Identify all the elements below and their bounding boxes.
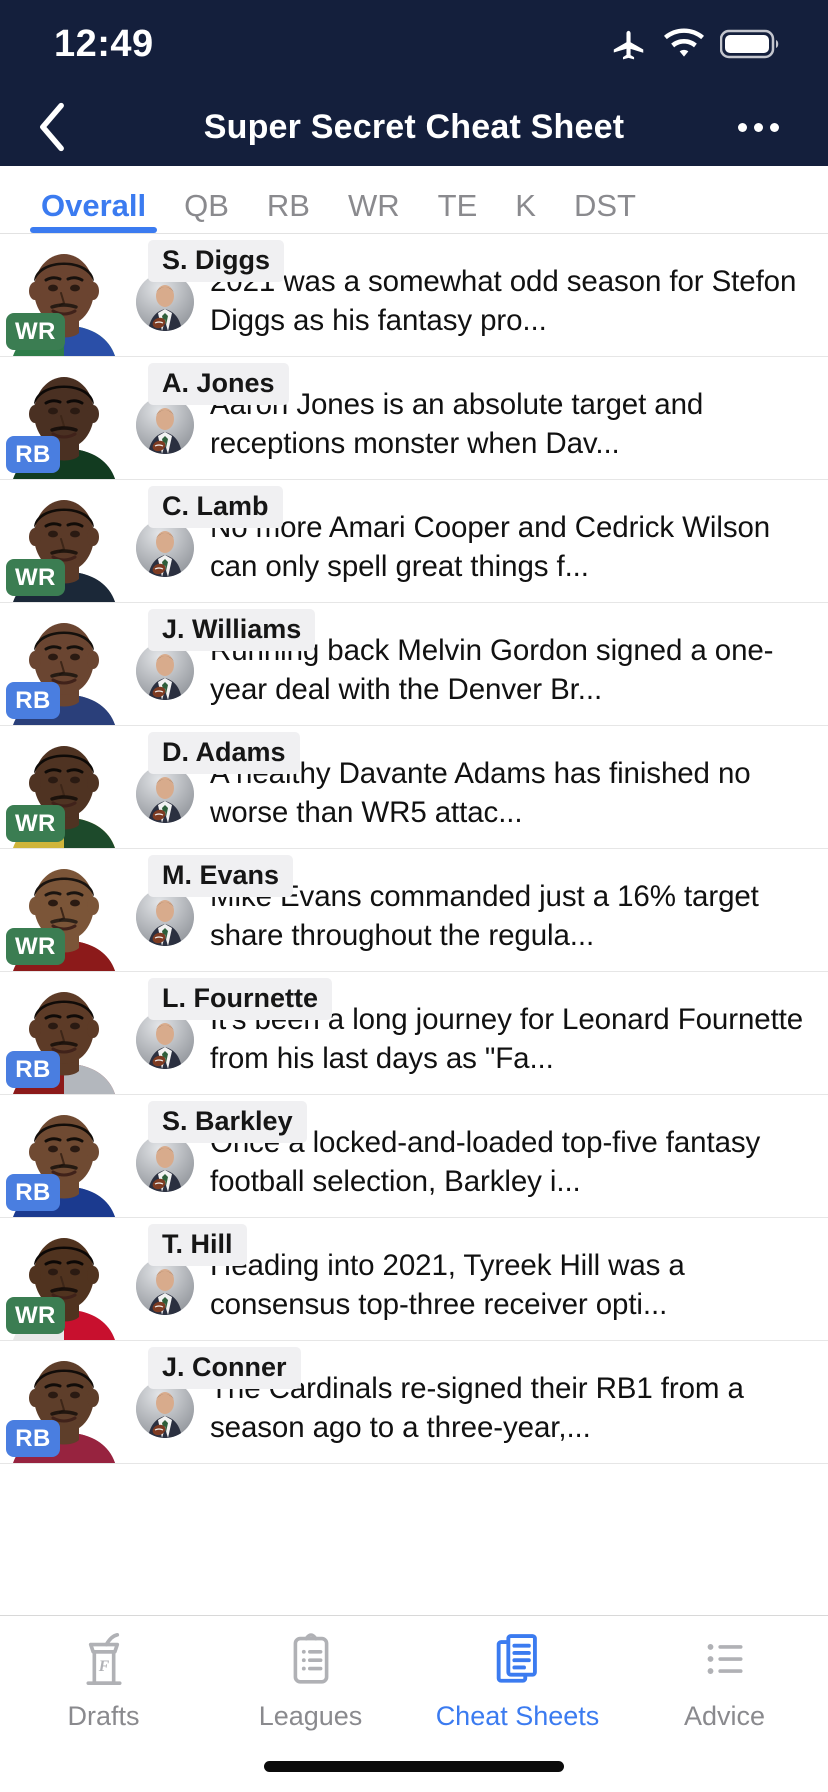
bulleted-list-icon [699, 1630, 751, 1693]
position-badge: WR [6, 313, 65, 350]
navigation-bar: Super Secret Cheat Sheet [0, 88, 828, 166]
tab-qb[interactable]: QB [165, 190, 248, 233]
overflow-dot [769, 122, 779, 132]
tab-wr[interactable]: WR [329, 190, 419, 233]
documents-stack-icon [496, 1634, 537, 1683]
status-icons [610, 25, 782, 63]
position-badge: WR [6, 805, 65, 842]
player-headshot: RB [0, 972, 128, 1094]
position-badge: WR [6, 928, 65, 965]
wifi-icon [664, 27, 704, 61]
home-indicator[interactable] [264, 1760, 564, 1772]
documents-stack-icon [492, 1630, 544, 1693]
position-tab-bar: Overall QB RB WR TE K DST [0, 166, 828, 234]
status-time: 12:49 [54, 23, 154, 65]
player-blurb: 2021 was a somewhat odd season for Stefo… [210, 265, 797, 337]
player-name-chip: A. Jones [148, 363, 289, 405]
player-name-chip: J. Williams [148, 609, 316, 651]
player-list[interactable]: WR S. Diggs 2021 was a somewhat odd seas… [0, 234, 828, 1615]
draft-podium-icon: F [85, 1633, 122, 1685]
tab-te[interactable]: TE [419, 190, 497, 233]
app-screen: 12:49 Super Secret Cheat Sheet Overall Q… [0, 0, 828, 1792]
player-headshot: WR [0, 234, 128, 356]
tab-rb[interactable]: RB [248, 190, 329, 233]
position-badge: RB [6, 436, 60, 473]
tab-overall[interactable]: Overall [22, 190, 165, 233]
player-name-chip: J. Conner [148, 1347, 301, 1389]
player-blurb: Mike Evans commanded just a 16% target s… [210, 880, 759, 952]
player-blurb: A healthy Davante Adams has finished no … [210, 757, 751, 829]
bottom-tab-cheat-sheets[interactable]: Cheat Sheets [414, 1630, 621, 1730]
player-name-chip: C. Lamb [148, 486, 283, 528]
tab-dst[interactable]: DST [555, 190, 655, 233]
chevron-left-icon [35, 101, 69, 153]
player-headshot: RB [0, 1341, 128, 1463]
player-row[interactable]: WR S. Diggs 2021 was a somewhat odd seas… [0, 234, 828, 357]
player-name-chip: S. Diggs [148, 240, 285, 282]
player-row[interactable]: RB S. Barkley Once a locked-and-loaded t… [0, 1095, 828, 1218]
player-blurb: Heading into 2021, Tyreek Hill was a con… [210, 1249, 685, 1321]
player-headshot: WR [0, 849, 128, 971]
position-badge: RB [6, 1420, 60, 1457]
bulleted-list-icon [707, 1644, 743, 1674]
player-row[interactable]: RB J. Conner The Cardinals re-signed the… [0, 1341, 828, 1464]
bottom-tab-label: Drafts [67, 1701, 140, 1731]
bottom-tab-drafts[interactable]: F Drafts [0, 1630, 207, 1730]
home-indicator-area [0, 1740, 828, 1792]
player-row[interactable]: WR D. Adams A healthy Davante Adams has … [0, 726, 828, 849]
bottom-tab-advice[interactable]: Advice [621, 1630, 828, 1730]
bottom-tab-label: Leagues [258, 1701, 363, 1731]
player-headshot: RB [0, 1095, 128, 1217]
position-badge: WR [6, 1297, 65, 1334]
player-headshot: WR [0, 1218, 128, 1340]
player-headshot: WR [0, 726, 128, 848]
player-blurb: Aaron Jones is an absolute target and re… [210, 388, 704, 460]
overflow-dot [753, 122, 763, 132]
back-button[interactable] [24, 99, 80, 155]
svg-text:F: F [97, 1658, 109, 1675]
player-headshot: WR [0, 480, 128, 602]
player-name-chip: M. Evans [148, 855, 294, 897]
bottom-tab-bar: F Drafts Leagues Cheat Sheets Advice [0, 1615, 828, 1740]
player-headshot: RB [0, 603, 128, 725]
player-row[interactable]: RB A. Jones Aaron Jones is an absolute t… [0, 357, 828, 480]
clipboard-icon [287, 1630, 335, 1693]
player-name-chip: T. Hill [148, 1224, 247, 1266]
overflow-dot [737, 122, 747, 132]
player-name-chip: S. Barkley [148, 1101, 307, 1143]
player-row[interactable]: WR M. Evans Mike Evans commanded just a … [0, 849, 828, 972]
clipboard-icon [293, 1633, 328, 1684]
airplane-mode-icon [610, 25, 648, 63]
bottom-tab-label: Advice [683, 1701, 766, 1731]
position-badge: RB [6, 1174, 60, 1211]
player-name-chip: L. Fournette [148, 978, 332, 1020]
player-name-chip: D. Adams [148, 732, 300, 774]
draft-podium-icon: F [77, 1630, 131, 1693]
status-bar: 12:49 [0, 0, 828, 88]
battery-icon [720, 28, 782, 60]
player-headshot: RB [0, 357, 128, 479]
more-options-button[interactable] [728, 99, 788, 155]
position-badge: RB [6, 682, 60, 719]
player-row[interactable]: WR T. Hill Heading into 2021, Tyreek Hil… [0, 1218, 828, 1341]
player-row[interactable]: RB J. Williams Running back Melvin Gordo… [0, 603, 828, 726]
player-blurb: No more Amari Cooper and Cedrick Wilson … [210, 511, 771, 583]
player-row[interactable]: RB L. Fournette It's been a long journey… [0, 972, 828, 1095]
player-row[interactable]: WR C. Lamb No more Amari Cooper and Cedr… [0, 480, 828, 603]
position-badge: WR [6, 559, 65, 596]
position-badge: RB [6, 1051, 60, 1088]
bottom-tab-label: Cheat Sheets [435, 1701, 600, 1731]
bottom-tab-leagues[interactable]: Leagues [207, 1630, 414, 1730]
page-title: Super Secret Cheat Sheet [203, 107, 625, 146]
tab-k[interactable]: K [496, 190, 555, 233]
